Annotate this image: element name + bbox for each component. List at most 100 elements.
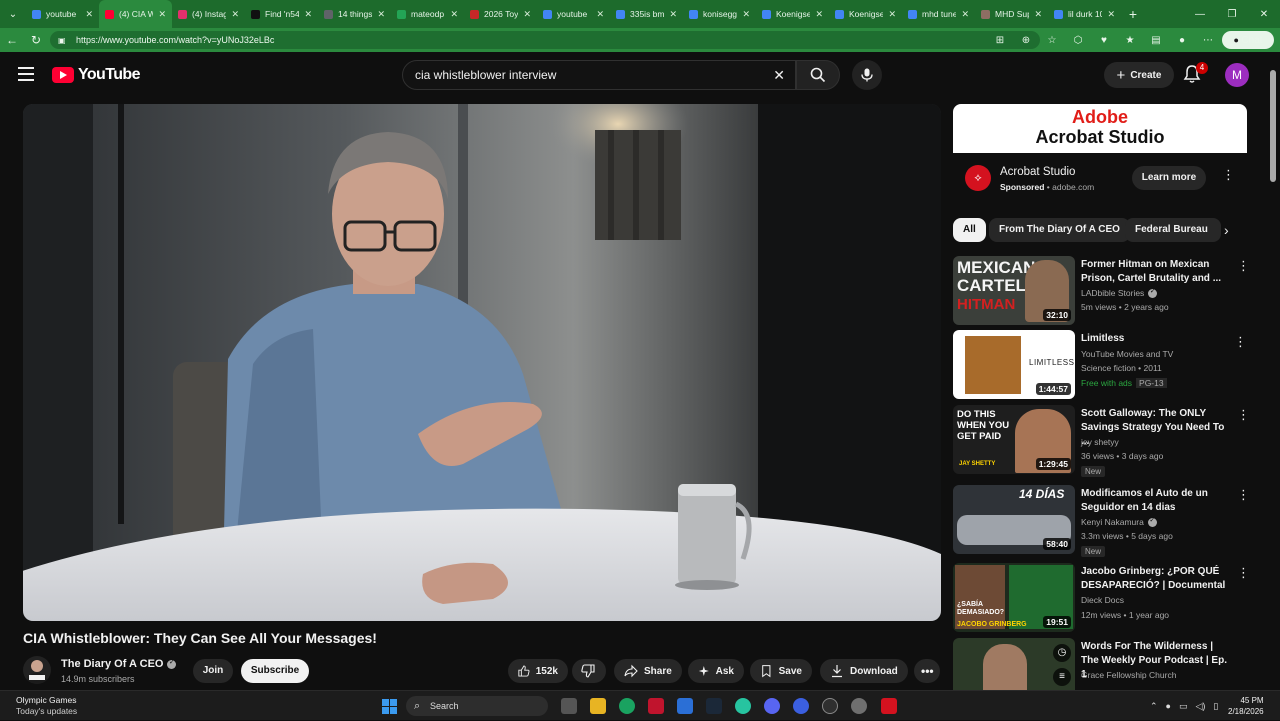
favorite-star-icon[interactable]: ☆ [1040,35,1064,46]
watch-later-icon[interactable]: ◷ [1053,644,1071,662]
recommendation-title[interactable]: Modificamos el Auto de un Seguidor en 14… [1081,487,1231,515]
tab-close-icon[interactable]: ✕ [1107,9,1115,20]
zoom-icon[interactable]: ⊕ [1014,35,1038,46]
ad-banner[interactable]: Adobe Acrobat Studio [953,104,1247,153]
save-button[interactable]: Save [750,659,812,683]
video-player[interactable] [23,104,941,621]
more-vertical-icon[interactable]: ⋮ [1237,488,1250,501]
browser-tab[interactable]: (4) Instag ✕ [172,0,245,28]
clear-search-icon[interactable]: ✕ [773,67,785,84]
steam-icon[interactable] [706,698,722,714]
app-icon[interactable]: ⊞ [988,35,1012,46]
extensions-icon[interactable]: ⬡ [1066,35,1090,46]
copilot-chat-button[interactable]: ● Chat [1222,31,1274,49]
app-icon[interactable] [735,698,751,714]
minimize-icon[interactable]: — [1184,9,1216,20]
browser-tab[interactable]: mhd tune ✕ [902,0,975,28]
browser-tab[interactable]: Koenigseg ✕ [829,0,902,28]
tab-close-icon[interactable]: ✕ [742,9,750,20]
tab-close-icon[interactable]: ✕ [158,9,166,20]
search-button[interactable] [796,60,840,90]
browser-tab[interactable]: youtube ✕ [26,0,99,28]
search-input[interactable]: cia whistleblower interview ✕ [402,60,796,90]
scrollbar-thumb[interactable] [1270,70,1276,182]
ask-button[interactable]: Ask [688,659,744,683]
recommendation-channel[interactable]: Grace Fellowship Church [1081,670,1176,680]
browser-tab[interactable]: Koenigseg ✕ [756,0,829,28]
recommendation-channel[interactable]: Dieck Docs [1081,595,1124,605]
ad-more-icon[interactable]: ⋮ [1222,168,1235,181]
recommendation-item[interactable]: 14 DÍAS 58:40 Modificamos el Auto de un … [953,485,1253,557]
browser-tab[interactable]: 14 things ✕ [318,0,391,28]
recommendation-channel[interactable]: YouTube Movies and TV [1081,349,1173,359]
microphone-icon[interactable]: ● [1166,701,1171,711]
reload-icon[interactable]: ↻ [24,33,48,47]
voice-search-button[interactable] [852,60,882,90]
browser-tab[interactable]: youtube ✕ [537,0,610,28]
tab-close-icon[interactable]: ✕ [377,9,385,20]
tab-close-icon[interactable]: ✕ [596,9,604,20]
tab-close-icon[interactable]: ✕ [815,9,823,20]
tab-close-icon[interactable]: ✕ [304,9,312,20]
learn-more-button[interactable]: Learn more [1132,166,1206,190]
video-thumbnail[interactable]: MEXICAN CARTEL HITMAN 32:10 [953,256,1075,325]
tab-list-chevron-icon[interactable]: ⌄ [0,0,26,28]
recommendation-item[interactable]: ¿SABÍA DEMASIADO? JACOBO GRINBERG 19:51 … [953,563,1253,633]
collections-icon[interactable]: ▤ [1144,35,1168,46]
back-icon[interactable]: ← [0,33,24,47]
dislike-button[interactable] [572,659,606,683]
youtube-logo[interactable]: YouTube [52,66,140,84]
download-button[interactable]: Download [820,659,908,683]
recommendation-title[interactable]: Jacobo Grinberg: ¿POR QUÉ DESAPARECIÓ? |… [1081,565,1231,593]
app-icon[interactable] [648,698,664,714]
ad-title[interactable]: Acrobat Studio [1000,166,1075,178]
discord-icon[interactable] [764,698,780,714]
browser-tab[interactable]: lil durk 10 ✕ [1048,0,1121,28]
recommendation-channel[interactable]: jey shetyy [1081,437,1119,447]
network-icon[interactable]: ▭ [1179,701,1188,712]
recommendation-channel[interactable]: Kenyi Nakamura [1081,516,1157,527]
hamburger-menu-icon[interactable] [18,67,34,81]
clock[interactable]: 45 PM 2/18/2026 [1228,695,1264,717]
new-tab-button[interactable]: + [1121,6,1145,22]
more-vertical-icon[interactable]: ⋮ [1234,335,1247,348]
create-button[interactable]: + Create [1104,62,1174,88]
recommendation-item[interactable]: LIMITLESS 1:44:57 Limitless YouTube Movi… [953,330,1253,400]
video-thumbnail[interactable]: 14 DÍAS 58:40 [953,485,1075,554]
more-menu-icon[interactable]: ⋯ [1196,35,1220,46]
favorites-icon[interactable]: ★ [1118,35,1142,46]
recommendation-item[interactable]: ◷ ≡ Words For The Wilderness | The Weekl… [953,638,1253,690]
browser-tab[interactable]: mateodp ✕ [391,0,464,28]
page-scrollbar[interactable] [1270,62,1276,692]
profile-icon[interactable]: ● [1170,35,1194,46]
browser-tab[interactable]: (4) CIA Wh ✕ [99,0,172,28]
start-button[interactable] [382,699,397,714]
battery-icon[interactable]: ▯ [1213,701,1218,712]
more-actions-button[interactable]: ••• [914,659,940,683]
browser-tab[interactable]: 335is bmw ✕ [610,0,683,28]
tab-close-icon[interactable]: ✕ [450,9,458,20]
recommendation-item[interactable]: MEXICAN CARTEL HITMAN 32:10 Former Hitma… [953,256,1253,326]
account-avatar[interactable]: M [1225,63,1249,87]
site-info-icon[interactable]: ▣ [58,36,68,45]
store-icon[interactable] [677,698,693,714]
chip-all[interactable]: All [953,218,986,242]
close-window-icon[interactable]: ✕ [1248,9,1280,20]
chip-federal-bureau[interactable]: Federal Bureau [1125,218,1221,242]
tab-close-icon[interactable]: ✕ [85,9,93,20]
performance-icon[interactable]: ♥ [1092,35,1116,46]
acrobat-icon[interactable] [881,698,897,714]
taskbar-search[interactable]: Search [406,696,548,716]
chevron-right-icon[interactable]: › [1224,222,1229,238]
video-thumbnail[interactable]: LIMITLESS 1:44:57 [953,330,1075,399]
tab-close-icon[interactable]: ✕ [1034,9,1042,20]
tab-close-icon[interactable]: ✕ [231,9,239,20]
file-explorer-icon[interactable] [590,698,606,714]
tab-close-icon[interactable]: ✕ [523,9,531,20]
tab-close-icon[interactable]: ✕ [888,9,896,20]
notifications-button[interactable]: 4 [1182,62,1208,86]
add-to-queue-icon[interactable]: ≡ [1053,668,1071,686]
browser-tab[interactable]: 2026 Toyo ✕ [464,0,537,28]
task-view-icon[interactable] [561,698,577,714]
widgets-button[interactable]: Olympic Games Today's updates [16,695,77,717]
